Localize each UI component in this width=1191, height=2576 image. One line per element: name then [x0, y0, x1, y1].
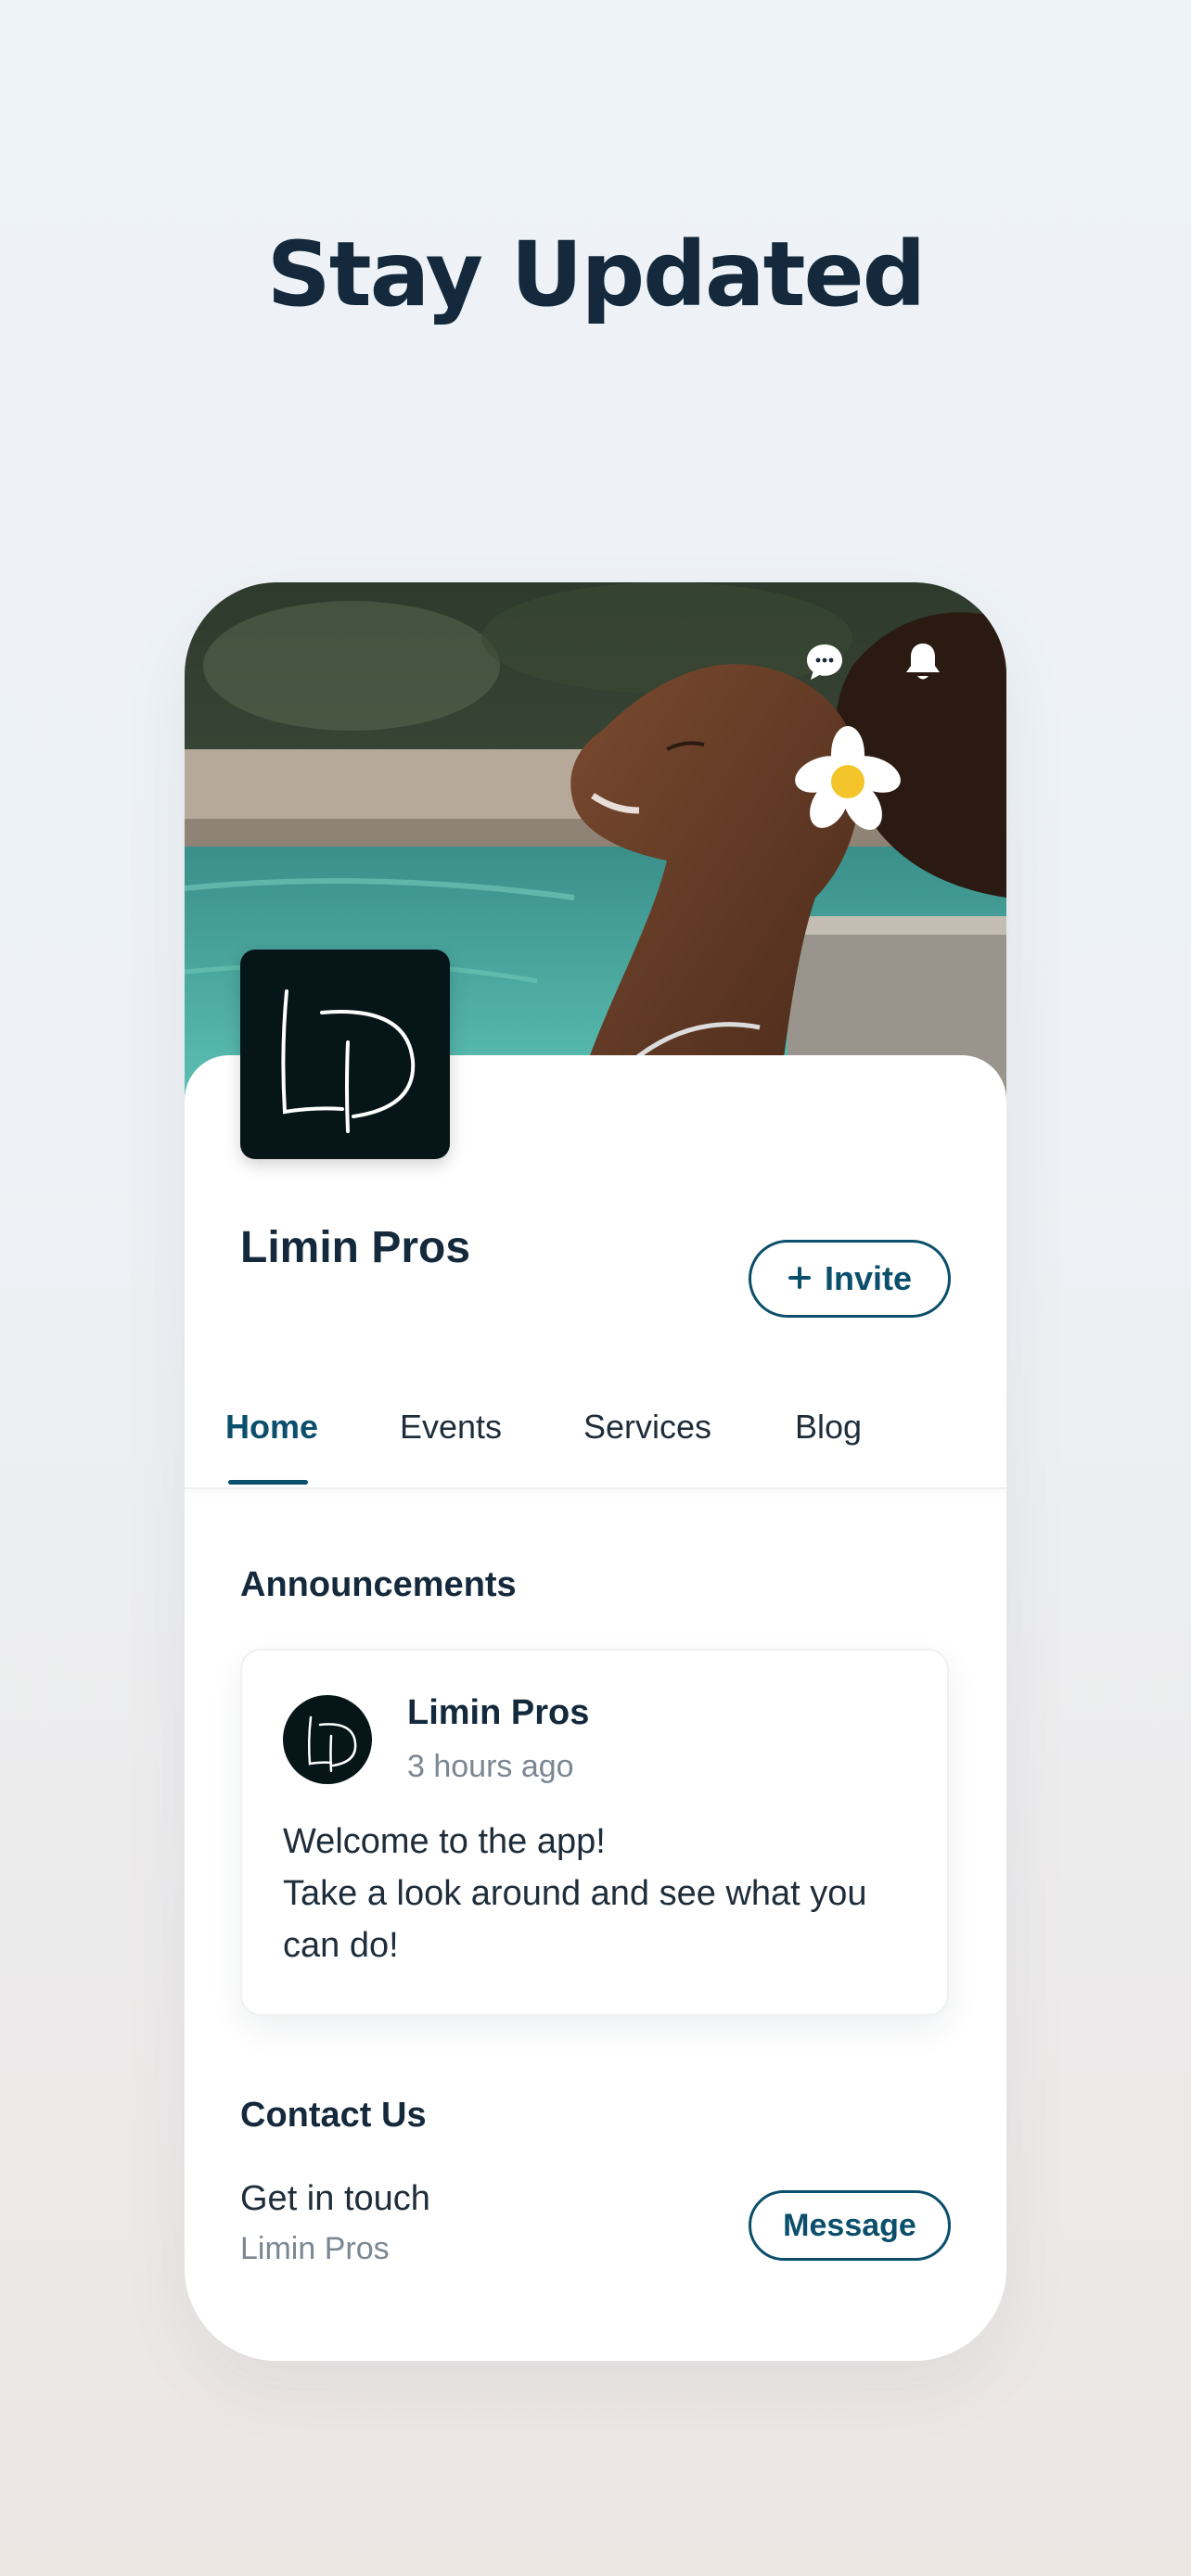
announcements-title: Announcements: [240, 1565, 517, 1604]
announcement-card[interactable]: Limin Pros 3 hours ago Welcome to the ap…: [240, 1649, 949, 2016]
bell-icon[interactable]: [895, 634, 951, 690]
chat-bubble-icon[interactable]: [797, 634, 852, 690]
tab-services[interactable]: Services: [583, 1398, 711, 1487]
active-tab-indicator: [228, 1480, 308, 1485]
avatar: [283, 1695, 372, 1784]
phone-frame: Limin Pros Invite Home Events Services B…: [185, 582, 1006, 2361]
contact-heading: Get in touch: [240, 2179, 430, 2218]
contact-business-name: Limin Pros: [240, 2231, 390, 2266]
tab-home[interactable]: Home: [225, 1398, 318, 1487]
post-body-line: Take a look around and see what you: [283, 1874, 867, 1913]
contact-title: Contact Us: [240, 2096, 427, 2135]
post-author: Limin Pros: [407, 1693, 590, 1732]
post-body-line: can do!: [283, 1926, 399, 1965]
business-logo: [240, 950, 450, 1159]
invite-button-label: Invite: [824, 1259, 913, 1297]
tab-blog[interactable]: Blog: [795, 1398, 862, 1487]
tab-bar: Home Events Services Blog: [185, 1398, 1006, 1489]
page-headline: Stay Updated: [266, 223, 927, 326]
message-button[interactable]: Message: [749, 2190, 951, 2261]
post-body-line: Welcome to the app!: [283, 1822, 606, 1861]
post-body: Welcome to the app! Take a look around a…: [283, 1816, 923, 1971]
business-name: Limin Pros: [240, 1223, 471, 1272]
plus-icon: [788, 1259, 812, 1298]
post-timestamp: 3 hours ago: [407, 1749, 574, 1784]
invite-button[interactable]: Invite: [749, 1240, 951, 1318]
tab-events[interactable]: Events: [400, 1398, 502, 1487]
